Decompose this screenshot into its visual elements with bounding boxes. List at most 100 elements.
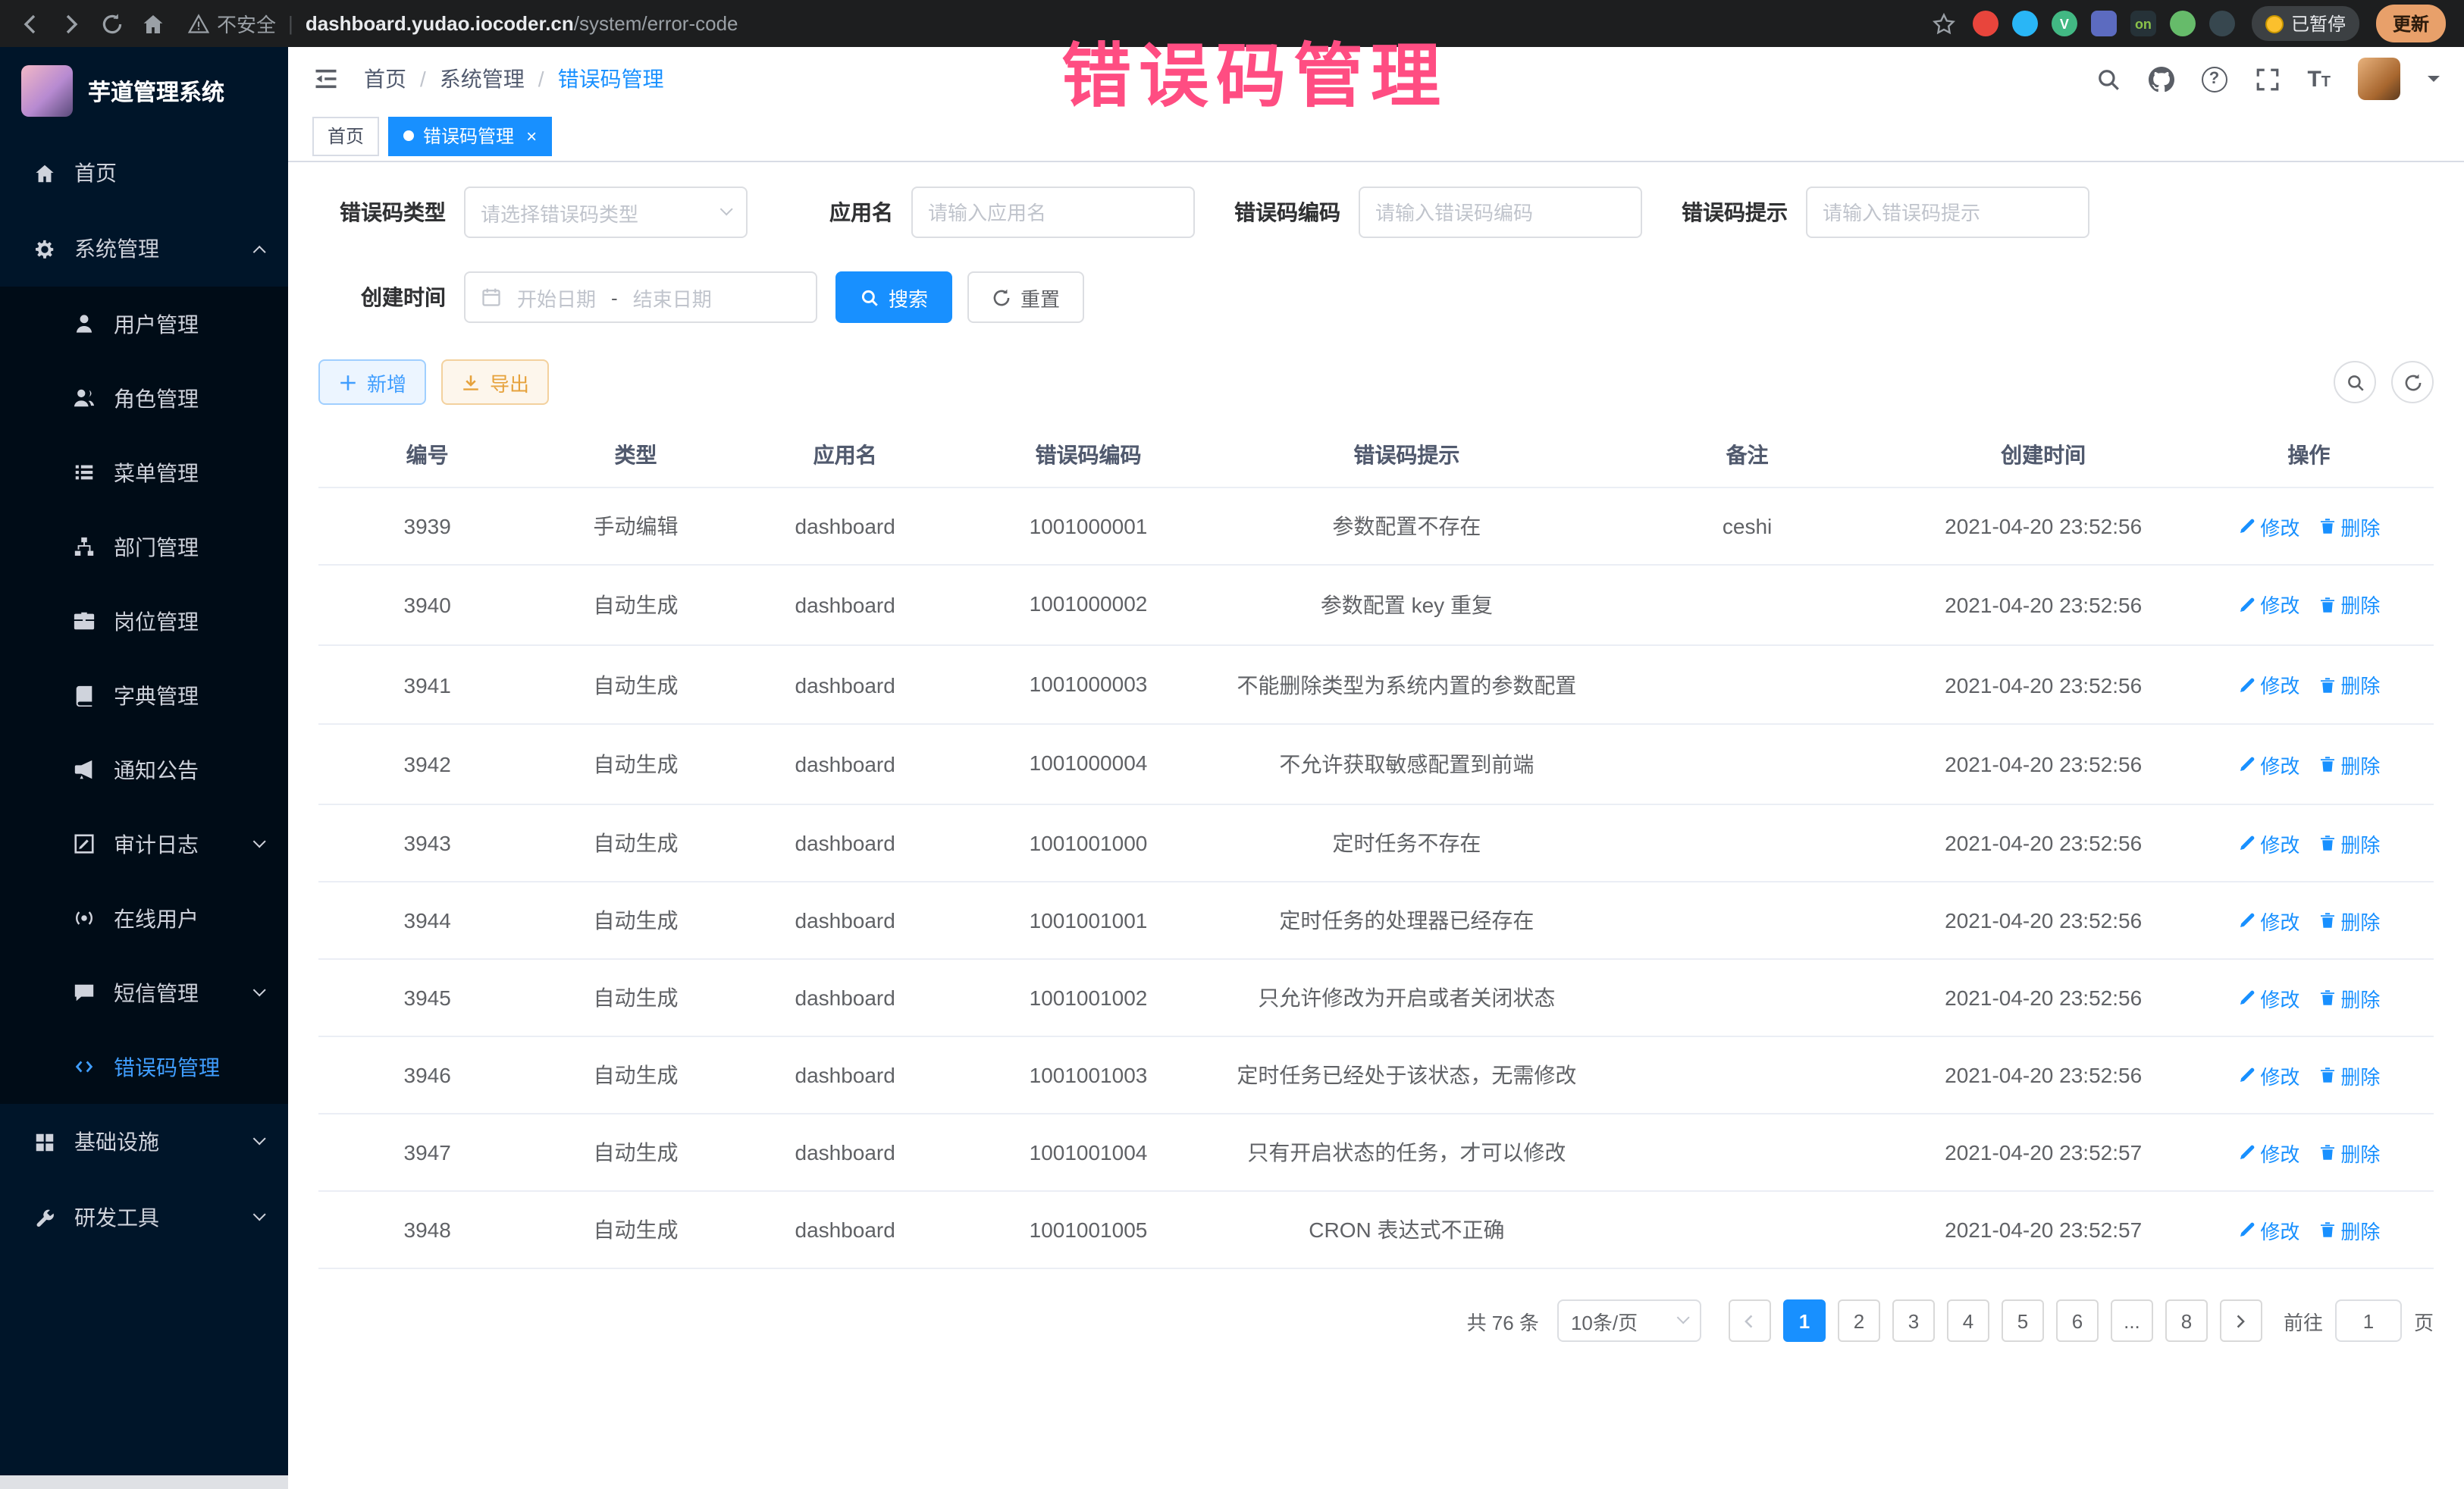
extension-vue-icon[interactable]: V — [2052, 11, 2077, 36]
search-icon[interactable] — [2095, 66, 2121, 92]
fullscreen-icon[interactable] — [2254, 66, 2280, 92]
bookmark-star-icon[interactable] — [1932, 11, 1956, 36]
extension-blue-icon[interactable] — [2012, 11, 2038, 36]
page-button-8[interactable]: 8 — [2165, 1299, 2208, 1342]
delete-link[interactable]: 删除 — [2318, 906, 2380, 935]
start-date-placeholder[interactable]: 开始日期 — [517, 283, 596, 312]
delete-link[interactable]: 删除 — [2318, 670, 2380, 699]
page-button-4[interactable]: 4 — [1947, 1299, 1989, 1342]
error-type-select[interactable]: 请选择错误码类型 — [464, 187, 748, 238]
tab-错误码管理[interactable]: 错误码管理× — [388, 116, 552, 155]
security-indicator[interactable]: 不安全 — [188, 9, 276, 38]
end-date-placeholder[interactable]: 结束日期 — [633, 283, 712, 312]
url-bar[interactable]: 不安全 | dashboard.yudao.iocoder.cn/system/… — [188, 9, 738, 38]
goto-page-input[interactable] — [2335, 1299, 2402, 1342]
sidebar-logo[interactable]: 芋道管理系统 — [0, 47, 288, 135]
search-button[interactable]: 搜索 — [835, 271, 952, 323]
cell-code: 1001001005 — [955, 1191, 1222, 1268]
update-button[interactable]: 更新 — [2376, 5, 2446, 42]
github-icon[interactable] — [2148, 66, 2174, 92]
forward-icon[interactable] — [59, 11, 83, 36]
page-button-1[interactable]: 1 — [1783, 1299, 1826, 1342]
hamburger-icon[interactable] — [312, 65, 340, 92]
delete-link[interactable]: 删除 — [2318, 750, 2380, 779]
sidebar-item-sms[interactable]: 短信管理 — [0, 955, 288, 1030]
paused-badge[interactable]: 已暂停 — [2252, 6, 2359, 41]
sidebar-item-errorcode[interactable]: 错误码管理 — [0, 1030, 288, 1104]
page-button-5[interactable]: 5 — [2002, 1299, 2044, 1342]
sidebar-item-role[interactable]: 角色管理 — [0, 361, 288, 435]
page-size-select[interactable]: 10条/页 — [1557, 1299, 1701, 1342]
extension-paw-icon[interactable] — [2209, 11, 2235, 36]
page-button-3[interactable]: 3 — [1892, 1299, 1935, 1342]
breadcrumb-item[interactable]: 系统管理 — [440, 64, 525, 94]
sidebar-item-online[interactable]: 在线用户 — [0, 881, 288, 955]
delete-link[interactable]: 删除 — [2318, 1061, 2380, 1089]
delete-link[interactable]: 删除 — [2318, 1215, 2380, 1244]
page-button-6[interactable]: 6 — [2056, 1299, 2099, 1342]
sidebar-item-audit[interactable]: 审计日志 — [0, 807, 288, 881]
tab-首页[interactable]: 首页 — [312, 116, 379, 155]
edit-link[interactable]: 修改 — [2237, 829, 2299, 857]
extension-grid-icon[interactable] — [2091, 11, 2117, 36]
edit-link[interactable]: 修改 — [2237, 1061, 2299, 1089]
font-size-icon[interactable]: TT — [2307, 67, 2331, 90]
extension-icons: Von — [1973, 11, 2235, 36]
cell-hint: 不允许获取敏感配置到前端 — [1221, 725, 1591, 804]
export-button[interactable]: 导出 — [441, 359, 549, 405]
extension-green-icon[interactable] — [2170, 11, 2196, 36]
next-page-button[interactable] — [2220, 1299, 2262, 1342]
cell-type: 自动生成 — [536, 804, 735, 882]
refresh-button[interactable] — [2391, 361, 2434, 403]
error-code-input[interactable] — [1359, 187, 1642, 238]
topbar-icons: ? TT — [2095, 58, 2440, 100]
sidebar-item-user[interactable]: 用户管理 — [0, 287, 288, 361]
reset-button[interactable]: 重置 — [967, 271, 1084, 323]
sidebar-item-menu[interactable]: 菜单管理 — [0, 435, 288, 509]
reload-icon[interactable] — [100, 11, 124, 36]
delete-link[interactable]: 删除 — [2318, 512, 2380, 541]
chevron-left-icon — [1741, 1312, 1758, 1329]
sidebar-item-dept[interactable]: 部门管理 — [0, 509, 288, 584]
toggle-search-button[interactable] — [2334, 361, 2376, 403]
edit-link[interactable]: 修改 — [2237, 906, 2299, 935]
sidebar-item-system[interactable]: 系统管理 — [0, 211, 288, 287]
edit-link[interactable]: 修改 — [2237, 591, 2299, 619]
edit-link[interactable]: 修改 — [2237, 1215, 2299, 1244]
delete-link[interactable]: 删除 — [2318, 983, 2380, 1012]
back-icon[interactable] — [18, 11, 42, 36]
edit-pencil-icon — [2237, 911, 2256, 929]
edit-link[interactable]: 修改 — [2237, 512, 2299, 541]
delete-link[interactable]: 删除 — [2318, 829, 2380, 857]
sidebar-item-dict[interactable]: 字典管理 — [0, 658, 288, 732]
add-button[interactable]: 新增 — [318, 359, 426, 405]
sidebar-item-infra[interactable]: 基础设施 — [0, 1104, 288, 1180]
sidebar-item-notice[interactable]: 通知公告 — [0, 732, 288, 807]
tree-icon — [73, 535, 96, 558]
breadcrumb-item[interactable]: 首页 — [364, 64, 406, 94]
app-name-input[interactable] — [911, 187, 1195, 238]
delete-link[interactable]: 删除 — [2318, 591, 2380, 619]
delete-link[interactable]: 删除 — [2318, 1138, 2380, 1167]
page-ellipsis[interactable]: ... — [2111, 1299, 2153, 1342]
sidebar-item-devtools[interactable]: 研发工具 — [0, 1180, 288, 1255]
sidebar-item-post[interactable]: 岗位管理 — [0, 584, 288, 658]
table-body: 3939手动编辑dashboard1001000001参数配置不存在ceshi2… — [318, 487, 2434, 1268]
code-icon — [73, 1055, 96, 1078]
home-button-icon[interactable] — [141, 11, 165, 36]
page-button-2[interactable]: 2 — [1838, 1299, 1880, 1342]
edit-link[interactable]: 修改 — [2237, 983, 2299, 1012]
error-hint-input[interactable] — [1806, 187, 2089, 238]
edit-link[interactable]: 修改 — [2237, 670, 2299, 699]
sidebar-item-home[interactable]: 首页 — [0, 135, 288, 211]
help-icon[interactable]: ? — [2201, 66, 2227, 92]
avatar-caret-icon[interactable] — [2428, 76, 2440, 88]
tab-close-icon[interactable]: × — [526, 127, 537, 145]
extension-on-icon[interactable]: on — [2130, 11, 2156, 36]
prev-page-button[interactable] — [1729, 1299, 1771, 1342]
edit-link[interactable]: 修改 — [2237, 750, 2299, 779]
date-range-picker[interactable]: 开始日期 - 结束日期 — [464, 271, 817, 323]
extension-red-icon[interactable] — [1973, 11, 1998, 36]
edit-link[interactable]: 修改 — [2237, 1138, 2299, 1167]
user-avatar[interactable] — [2358, 58, 2400, 100]
